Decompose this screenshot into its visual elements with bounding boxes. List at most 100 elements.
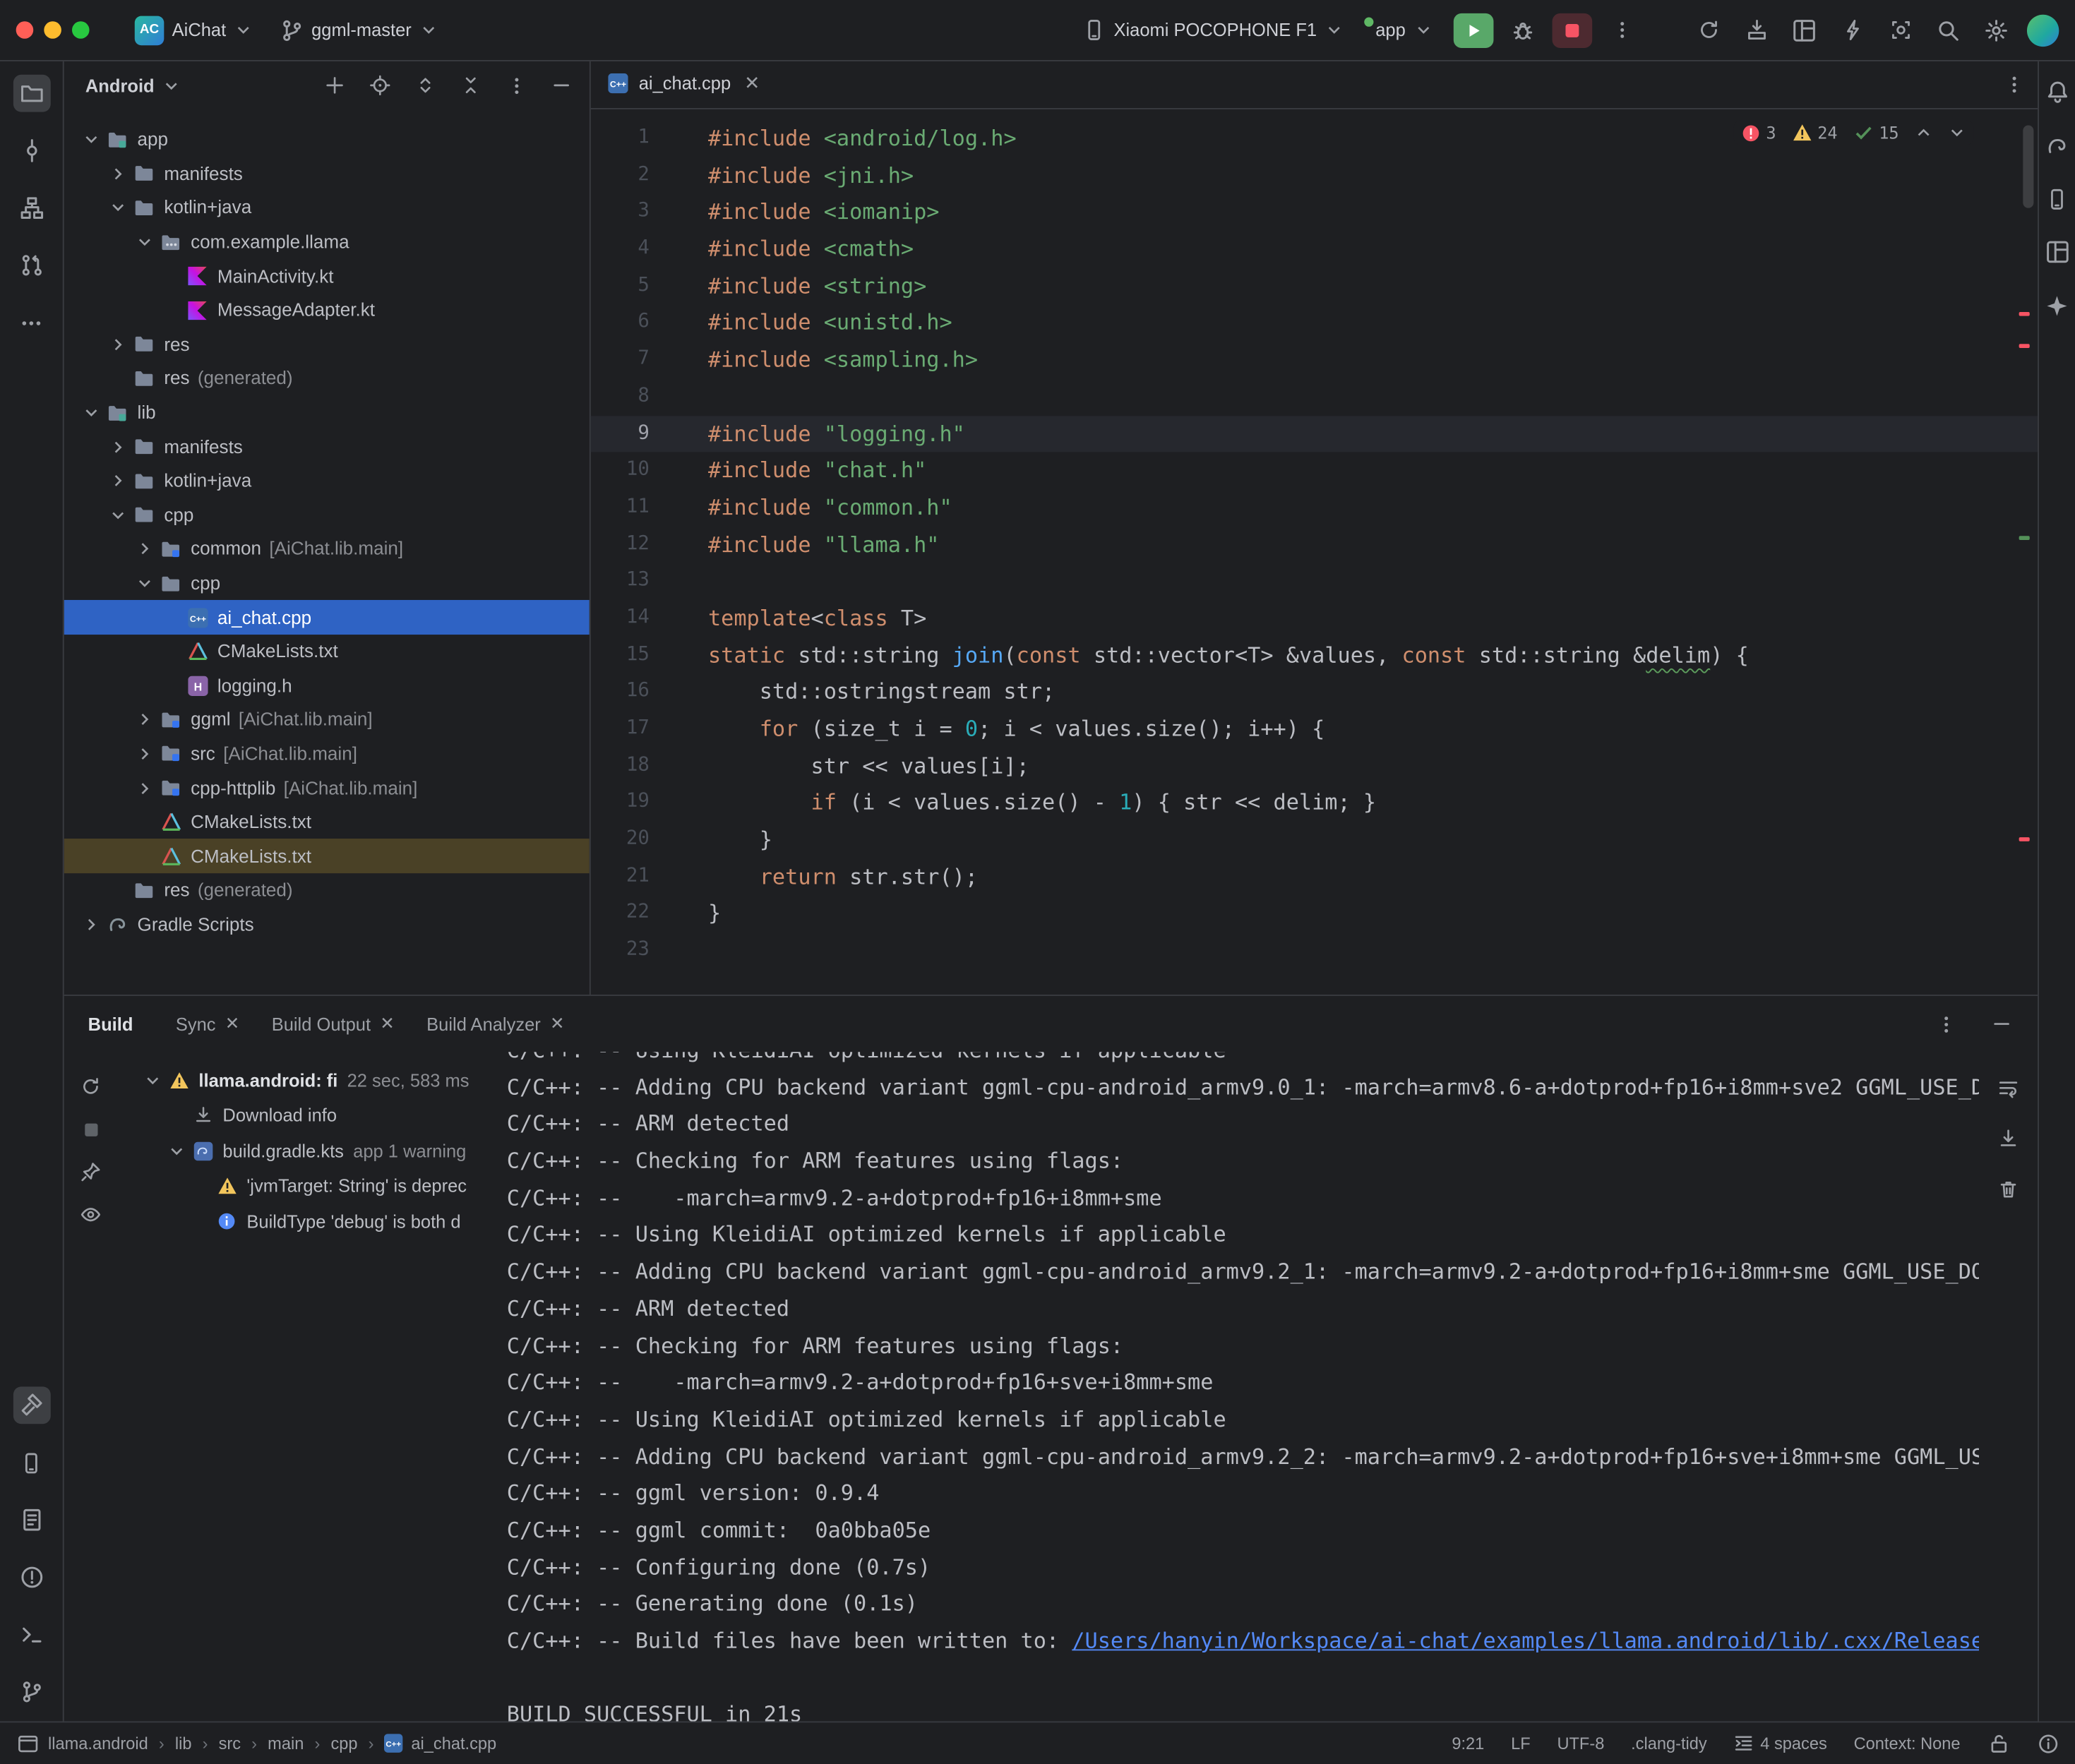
code-area[interactable]: 1#include <android/log.h>2#include <jni.… [591,109,2038,995]
clear-console-icon[interactable] [1991,1172,2026,1206]
chevron-down-icon[interactable] [131,575,157,592]
chevron-down-icon[interactable] [131,234,157,251]
device-manager-icon[interactable] [1787,13,1822,47]
build-tree-row[interactable]: BuildType 'debug' is both d [117,1204,507,1240]
close-tab-icon[interactable]: ✕ [550,1013,565,1034]
close-tab-icon[interactable]: ✕ [744,72,760,95]
chevron-right-icon[interactable] [104,165,131,183]
panel-options-icon[interactable] [501,71,531,100]
chevron-down-icon[interactable] [162,76,181,95]
code-line-20[interactable]: 20 } [591,822,2038,858]
chevron-right-icon[interactable] [131,711,157,728]
breadcrumb-llama-android[interactable]: llama.android [48,1734,148,1752]
code-line-5[interactable]: 5#include <string> [591,268,2038,304]
chevron-right-icon[interactable] [131,745,157,763]
notifications-bell-icon[interactable] [2043,78,2072,107]
zoom-window-button[interactable] [72,21,90,39]
build-console[interactable]: C/C++: -- Using KleidiAI optimized kerne… [507,1052,1979,1721]
chevron-right-icon[interactable] [104,472,131,490]
project-tree-row-logging-h[interactable]: Hlogging.h [64,668,590,702]
run-button[interactable] [1454,13,1494,47]
user-avatar[interactable] [2027,14,2059,46]
editor-scrollbar-thumb[interactable] [2023,126,2033,208]
project-tree-row-manifests[interactable]: manifests [64,430,590,464]
scroll-to-end-icon[interactable] [1991,1121,2026,1156]
change-stripe-mark[interactable] [2019,536,2030,540]
code-line-22[interactable]: 22} [591,895,2038,932]
collapse-all-icon[interactable] [456,71,486,100]
preview-icon[interactable] [75,1199,107,1230]
project-tree-row-ai-chat-cpp[interactable]: C++ai_chat.cpp [64,601,590,635]
project-tree-row-mainactivity-kt[interactable]: MainActivity.kt [64,259,590,293]
add-icon[interactable] [320,71,349,100]
chevron-down-icon[interactable] [104,506,131,524]
build-output-path-link[interactable]: /Users/hanyin/Workspace/ai-chat/examples… [1072,1628,1979,1653]
structure-toolwindow-icon[interactable] [13,189,50,227]
search-everywhere-icon[interactable] [1931,13,1966,47]
more-run-actions-button[interactable] [1603,13,1640,47]
build-tree-row[interactable]: 'jvmTarget: String' is deprec [117,1169,507,1204]
chevron-right-icon[interactable] [104,438,131,456]
project-widget[interactable]: AC AiChat [124,10,263,50]
encoding-indicator[interactable]: UTF-8 [1557,1734,1604,1752]
indent-indicator[interactable]: 4 spaces [1734,1733,1827,1753]
chevron-right-icon[interactable] [104,336,131,354]
editor-options-icon[interactable] [2003,67,2038,102]
chevron-down-icon[interactable] [104,199,131,217]
commit-toolwindow-icon[interactable] [13,132,50,169]
gradle-toolwindow-icon[interactable] [2043,131,2072,160]
device-selector[interactable]: Xiaomi POCOPHONE F1 [1071,13,1354,47]
error-stripe-mark[interactable] [2019,344,2030,348]
pin-icon[interactable] [75,1156,107,1188]
tab-build-output[interactable]: Build Output✕ [258,1007,408,1041]
project-tree-row-cpp[interactable]: cpp [64,498,590,532]
error-stripe-mark[interactable] [2019,837,2030,841]
terminal-toolwindow-icon[interactable] [13,1616,50,1653]
project-tree-row-ggml[interactable]: ggml[AiChat.lib.main] [64,703,590,737]
profiler-icon[interactable] [1835,13,1870,47]
code-line-19[interactable]: 19 if (i < values.size() - 1) { str << d… [591,784,2038,821]
error-stripe-mark[interactable] [2019,312,2030,316]
project-tree-row-kotlin-java[interactable]: kotlin+java [64,191,590,224]
clang-tidy-indicator[interactable]: .clang-tidy [1631,1734,1707,1752]
problems-toolwindow-icon[interactable] [13,1559,50,1596]
build-toolwindow-title[interactable]: Build [88,1014,133,1033]
close-tab-icon[interactable]: ✕ [380,1013,395,1034]
code-line-2[interactable]: 2#include <jni.h> [591,157,2038,193]
code-line-7[interactable]: 7#include <sampling.h> [591,342,2038,378]
code-line-9[interactable]: 9#include "logging.h" [591,415,2038,452]
project-tree-row-manifests[interactable]: manifests [64,157,590,191]
inspections-widget[interactable]: 3 24 15 [1734,120,1973,145]
code-line-21[interactable]: 21 return str.str(); [591,858,2038,895]
vcs-branch-widget[interactable]: ggml-master [269,13,449,47]
code-line-3[interactable]: 3#include <iomanip> [591,194,2038,231]
chevron-down-icon[interactable] [78,404,104,421]
line-ending-indicator[interactable]: LF [1511,1734,1531,1752]
info-circle-icon[interactable] [2036,1732,2059,1755]
project-tree-row-cpp-httplib[interactable]: cpp-httplib[AiChat.lib.main] [64,771,590,805]
build-toolwindow-icon[interactable] [13,1386,50,1424]
debug-button[interactable] [1505,13,1542,47]
project-toolwindow-icon[interactable] [13,75,50,112]
breadcrumb-src[interactable]: src [219,1734,241,1752]
stop-build-icon[interactable] [75,1113,107,1145]
project-tree-row-gradle-scripts[interactable]: Gradle Scripts [64,908,590,942]
code-line-13[interactable]: 13 [591,563,2038,600]
project-tree-row-lib[interactable]: lib [64,396,590,430]
project-tree-row-common[interactable]: common[AiChat.lib.main] [64,532,590,566]
hide-panel-icon[interactable] [546,71,576,100]
build-tree-row[interactable]: build.gradle.ktsapp 1 warning [117,1133,507,1168]
minimize-window-button[interactable] [44,21,61,39]
project-tree-row-messageadapter-kt[interactable]: MessageAdapter.kt [64,293,590,327]
chevron-right-icon[interactable] [131,779,157,797]
pull-requests-toolwindow-icon[interactable] [13,246,50,284]
code-line-17[interactable]: 17 for (size_t i = 0; i < values.size();… [591,711,2038,748]
capture-icon[interactable] [1883,13,1918,47]
lock-icon[interactable] [1987,1732,2009,1755]
build-tree-row[interactable]: Download info [117,1098,507,1133]
stop-button[interactable] [1553,13,1593,47]
close-window-button[interactable] [16,21,34,39]
tab-sync[interactable]: Sync✕ [162,1007,253,1041]
run-configuration-selector[interactable]: app [1365,15,1443,45]
project-tree-row-cmakelists-txt[interactable]: CMakeLists.txt [64,839,590,873]
